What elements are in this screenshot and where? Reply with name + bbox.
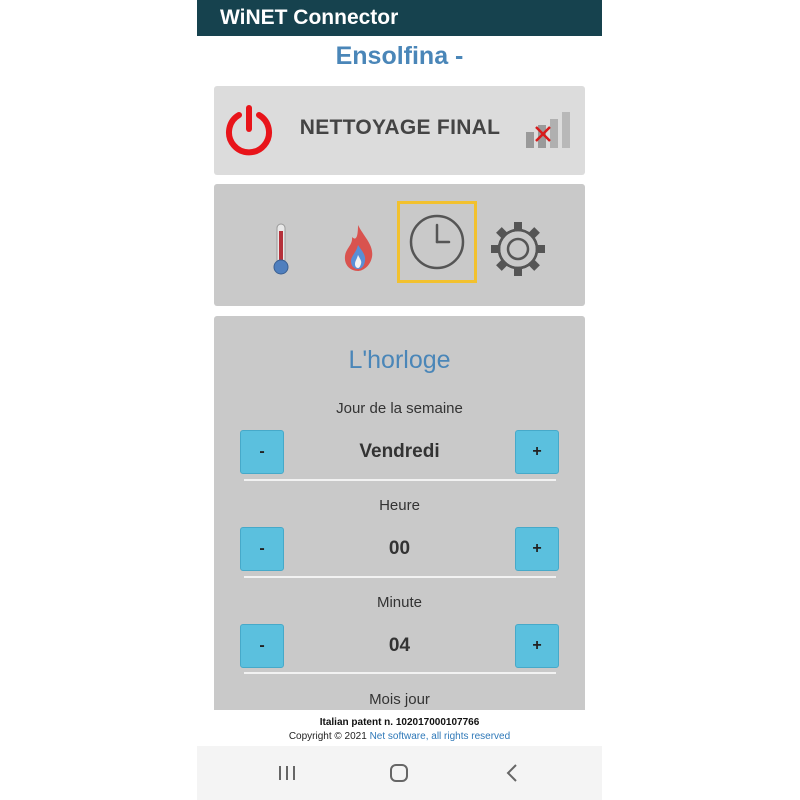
recent-apps-button[interactable] <box>272 761 302 785</box>
recent-apps-icon <box>279 766 295 780</box>
divider <box>244 576 556 578</box>
tab-flame[interactable] <box>318 201 398 283</box>
minute-value: 04 <box>388 635 411 656</box>
device-name: Ensolfina - <box>335 42 464 70</box>
home-button[interactable] <box>384 761 414 785</box>
tab-temperature[interactable] <box>241 201 321 283</box>
app-bar: WiNET Connector <box>197 0 602 36</box>
status-panel: NETTOYAGE FINAL <box>214 86 585 175</box>
back-chevron-icon <box>506 764 517 782</box>
phone-screen: WiNET Connector Ensolfina - NETTOYAGE FI… <box>197 0 602 800</box>
hour-increment-button[interactable]: + <box>515 527 559 571</box>
hour-label: Heure <box>379 497 420 514</box>
copyright-prefix: Copyright © 2021 <box>288 731 370 742</box>
system-nav-bar <box>197 746 602 800</box>
hour-decrement-button[interactable]: - <box>240 527 284 571</box>
app-title: WiNET Connector <box>220 6 399 29</box>
footer: Italian patent n. 102017000107766 Copyri… <box>197 710 602 746</box>
net-software-link[interactable]: Net software, all rights reserved <box>370 731 511 742</box>
tab-settings[interactable] <box>478 201 558 283</box>
signal-disconnected-icon <box>526 112 570 148</box>
clock-icon <box>409 214 465 270</box>
status-text: NETTOYAGE FINAL <box>299 116 501 139</box>
tab-clock[interactable] <box>397 201 477 283</box>
day-increment-button[interactable]: + <box>515 430 559 474</box>
clock-settings-panel: L'horloge Jour de la semaine - Vendredi … <box>214 316 585 736</box>
divider <box>244 479 556 481</box>
divider <box>244 672 556 674</box>
thermometer-icon <box>273 223 289 275</box>
copyright-notice: Copyright © 2021 Net software, all right… <box>197 731 602 742</box>
minute-label: Minute <box>376 594 423 611</box>
patent-notice: Italian patent n. 102017000107766 <box>319 717 480 728</box>
power-button[interactable] <box>223 104 275 156</box>
day-decrement-button[interactable]: - <box>240 430 284 474</box>
gear-icon <box>491 222 545 276</box>
hour-value: 00 <box>388 538 411 559</box>
minute-increment-button[interactable]: + <box>515 624 559 668</box>
home-icon <box>390 764 408 782</box>
minute-decrement-button[interactable]: - <box>240 624 284 668</box>
section-title: L'horloge <box>348 346 451 374</box>
flame-icon <box>344 225 373 271</box>
day-of-week-label: Jour de la semaine <box>336 400 463 417</box>
day-of-week-value: Vendredi <box>359 441 440 462</box>
power-icon <box>226 105 272 156</box>
month-day-label: Mois jour <box>369 691 430 708</box>
tab-bar <box>214 184 585 306</box>
back-button[interactable] <box>497 761 527 785</box>
